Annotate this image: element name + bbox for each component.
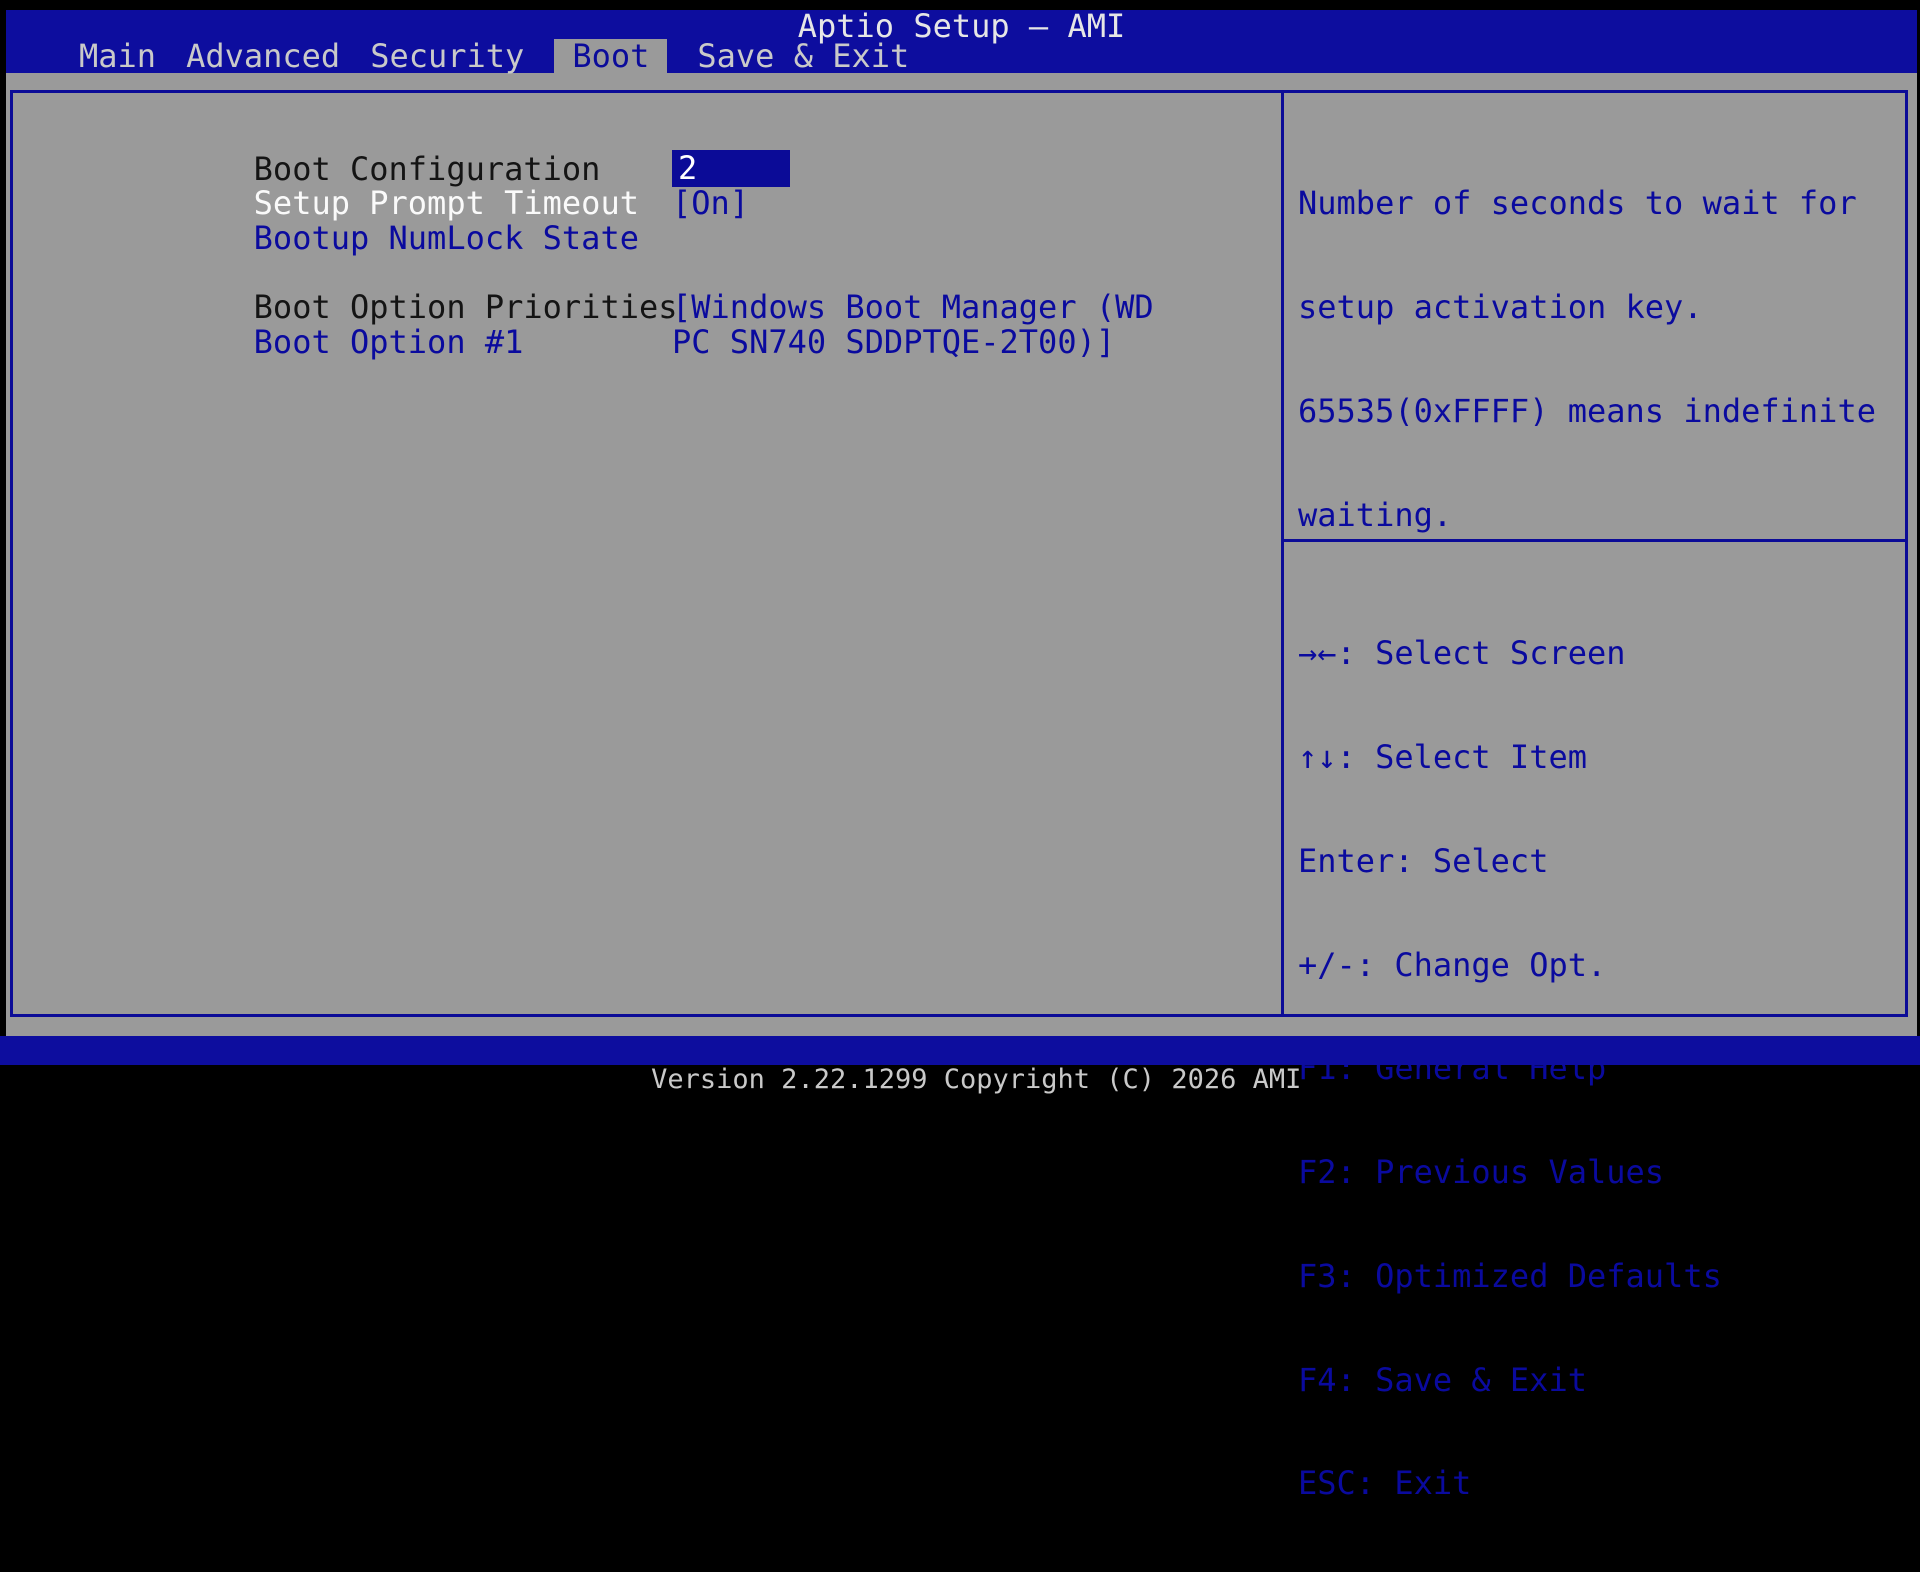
setting-value-highlighted[interactable]: 2	[672, 150, 790, 187]
legend-enter-select: Enter: Select	[1298, 844, 1722, 879]
legend-change-opt: +/-: Change Opt.	[1298, 948, 1722, 983]
setting-row-boot-option-1[interactable]: Boot Option #1 [Windows Boot Manager (WD	[13, 290, 1281, 325]
legend-select-screen: →←: Select Screen	[1298, 636, 1722, 671]
setting-value[interactable]: [Windows Boot Manager (WD	[672, 290, 1154, 325]
tab-save-exit[interactable]: Save & Exit	[697, 39, 909, 73]
legend-f3-optimized-defaults: F3: Optimized Defaults	[1298, 1259, 1722, 1294]
tab-advanced[interactable]: Advanced	[186, 39, 340, 73]
legend-select-item: ↑↓: Select Item	[1298, 740, 1722, 775]
help-panel: Number of seconds to wait for setup acti…	[1284, 93, 1905, 1014]
status-bar: Version 2.22.1299 Copyright (C) 2026 AMI	[0, 1036, 1920, 1065]
help-line: 65535(0xFFFF) means indefinite	[1298, 394, 1897, 429]
help-line: Number of seconds to wait for	[1298, 186, 1897, 221]
settings-panel: Boot Configuration Setup Prompt Timeout …	[13, 93, 1284, 1014]
help-line: setup activation key.	[1298, 290, 1897, 325]
setting-value-continuation-row: PC SN740 SDDPTQE-2T00)]	[13, 325, 1281, 360]
settings-rows: Boot Configuration Setup Prompt Timeout …	[13, 117, 1281, 359]
legend-f2-previous-values: F2: Previous Values	[1298, 1155, 1722, 1190]
bios-setup-screen: { "title_bar": { "title": "Aptio Setup –…	[0, 0, 1920, 1080]
help-line: waiting.	[1298, 498, 1897, 533]
setting-row-setup-prompt-timeout[interactable]: Setup Prompt Timeout 2	[13, 152, 1281, 187]
legend-divider	[1284, 539, 1905, 542]
legend-esc-exit: ESC: Exit	[1298, 1466, 1722, 1501]
tab-boot[interactable]: Boot	[554, 39, 667, 73]
setting-value[interactable]: [On]	[672, 186, 749, 221]
tab-security[interactable]: Security	[370, 39, 524, 73]
help-text: Number of seconds to wait for setup acti…	[1298, 117, 1897, 601]
setting-row-bootup-numlock-state[interactable]: Bootup NumLock State [On]	[13, 186, 1281, 221]
bios-screen: Aptio Setup – AMI Main Advanced Security…	[6, 10, 1917, 1065]
menu-bar: Main Advanced Security Boot Save & Exit	[79, 39, 909, 73]
tab-main[interactable]: Main	[79, 39, 156, 73]
title-bar: Aptio Setup – AMI Main Advanced Security…	[6, 10, 1917, 73]
section-header-boot-option-priorities: Boot Option Priorities	[13, 255, 1281, 290]
spacer-row	[13, 221, 1281, 256]
legend-f4-save-exit: F4: Save & Exit	[1298, 1363, 1722, 1398]
setting-value-continuation: PC SN740 SDDPTQE-2T00)]	[672, 325, 1115, 360]
section-header-boot-configuration: Boot Configuration	[13, 117, 1281, 152]
key-legend: →←: Select Screen ↑↓: Select Item Enter:…	[1298, 567, 1722, 1570]
main-panels: Boot Configuration Setup Prompt Timeout …	[10, 90, 1908, 1017]
